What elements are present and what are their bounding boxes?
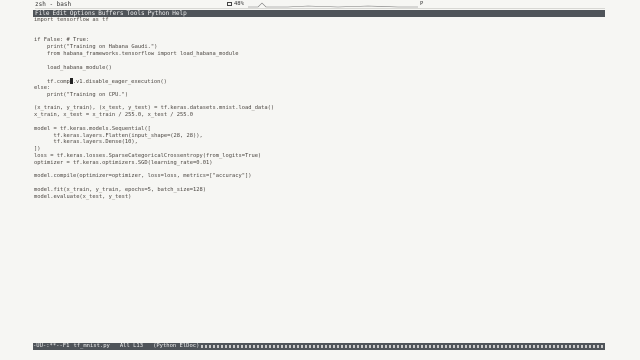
code-line[interactable]: [34, 31, 604, 38]
cpu-graph-icon: [248, 2, 418, 8]
code-line[interactable]: [34, 58, 604, 65]
code-line[interactable]: print("Training on Habana Gaudi."): [34, 44, 604, 51]
menu-edit[interactable]: Edit: [52, 10, 67, 17]
code-line[interactable]: if False: # True:: [34, 37, 604, 44]
code-line[interactable]: [34, 119, 604, 126]
code-line-cursor[interactable]: tf.comp .v1.disable_eager_execution(): [34, 78, 604, 85]
code-line[interactable]: [34, 71, 604, 78]
terminal-title: zsh - bash: [35, 1, 72, 8]
code-line[interactable]: [34, 24, 604, 31]
code-line[interactable]: model.fit(x_train, y_train, epochs=5, ba…: [34, 187, 604, 194]
mode-line-fill: [201, 345, 603, 348]
code-line[interactable]: load_habana_module(): [34, 65, 604, 72]
major-mode[interactable]: (Python ElDoc): [153, 343, 199, 350]
system-bar: zsh - bash 48% P: [0, 0, 640, 9]
menu-file[interactable]: File: [35, 10, 50, 17]
code-after-cursor: .v1.disable_eager_execution(): [72, 79, 167, 86]
buffer-filename[interactable]: tf_mnist.py: [73, 343, 109, 350]
menu-help[interactable]: Help: [172, 10, 187, 17]
menu-bar: File Edit Options Buffers Tools Python H…: [33, 10, 605, 17]
code-line[interactable]: print("Training on CPU."): [34, 92, 604, 99]
battery-percent: 48%: [234, 1, 244, 7]
buffer-position: All L13: [119, 343, 144, 349]
code-line[interactable]: [34, 167, 604, 174]
code-line[interactable]: model.evaluate(x_test, y_test): [34, 194, 604, 201]
menu-python[interactable]: Python: [148, 10, 171, 17]
code-line[interactable]: model.compile(optimizer=optimizer, loss=…: [34, 173, 604, 180]
menu-buffers[interactable]: Buffers: [98, 10, 124, 17]
code-line[interactable]: loss = tf.keras.losses.SparseCategorical…: [34, 153, 604, 160]
title-divider: [35, 8, 605, 9]
code-line[interactable]: from habana_frameworks.tensorflow import…: [34, 51, 604, 58]
code-line[interactable]: tf.keras.layers.Dense(10),: [34, 139, 604, 146]
menu-tools[interactable]: Tools: [127, 10, 146, 17]
code-line[interactable]: else:: [34, 85, 604, 92]
code-line[interactable]: (x_train, y_train), (x_test, y_test) = t…: [34, 105, 604, 112]
code-line[interactable]: model = tf.keras.models.Sequential([: [34, 126, 604, 133]
mode-line: -UU-:**--F1 tf_mnist.py All L13 (Python …: [33, 343, 605, 350]
code-line[interactable]: [34, 99, 604, 106]
menu-options[interactable]: Options: [70, 10, 96, 17]
code-line[interactable]: tf.keras.layers.Flatten(input_shape=(28,…: [34, 133, 604, 140]
code-line[interactable]: import tensorflow as tf: [34, 17, 604, 24]
buffer-status: -UU-:**--F1: [33, 343, 70, 349]
editor-buffer[interactable]: import tensorflow as tf if False: # True…: [34, 17, 604, 201]
status-indicator: P: [420, 1, 424, 7]
code-line[interactable]: [34, 180, 604, 187]
battery-icon: [227, 2, 232, 6]
code-line[interactable]: optimizer = tf.keras.optimizers.SGD(lear…: [34, 160, 604, 167]
code-line[interactable]: x_train, x_test = x_train / 255.0, x_tes…: [34, 112, 604, 119]
code-line[interactable]: ]): [34, 146, 604, 153]
